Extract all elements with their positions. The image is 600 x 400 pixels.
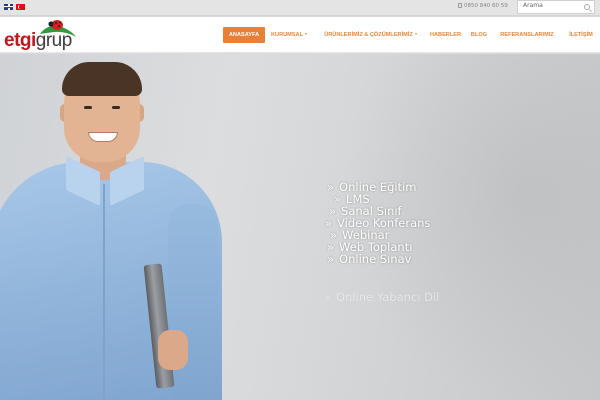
logo-etgi: etgi — [4, 30, 36, 51]
logo-text: etgigrup — [4, 30, 72, 52]
phone-icon — [458, 3, 462, 8]
bullet: » — [327, 180, 335, 194]
hero-slider[interactable]: » Online Eğitim » LMS » Sanal Sınıf » Video … — [0, 54, 600, 400]
phone-number: 0850 840 60 59 — [458, 3, 508, 9]
nav-iletisim[interactable]: İLETİŞİM — [564, 27, 598, 43]
site-header: etgigrup ANASAYFA KURUMSAL ÜRÜNLERİMİZ &… — [0, 17, 600, 53]
turkey-flag-icon[interactable] — [16, 4, 25, 10]
nav-referanslarimiz[interactable]: REFERANSLARIMIZ — [497, 27, 557, 43]
nav-haberler[interactable]: HABERLER — [428, 27, 463, 43]
eye — [112, 106, 120, 109]
search-input[interactable]: Arama — [523, 2, 543, 9]
nav-anasayfa[interactable]: ANASAYFA — [223, 27, 265, 43]
shirt-placket — [103, 184, 105, 400]
search-icon[interactable] — [584, 4, 590, 10]
feature-text: Online Yabancı Dil — [336, 290, 440, 304]
search-box[interactable]: Arama — [517, 0, 595, 14]
bullet: » — [324, 290, 332, 304]
top-bar: 0850 840 60 59 Arama — [0, 0, 600, 16]
phone-text: 0850 840 60 59 — [464, 3, 508, 9]
nav-kurumsal[interactable]: KURUMSAL — [269, 27, 309, 43]
nav-haberler-label: HABERLER — [429, 32, 462, 38]
nav-anasayfa-label: ANASAYFA — [228, 32, 260, 38]
hair — [62, 62, 142, 96]
nav-iletisim-label: İLETİŞİM — [569, 32, 593, 38]
nav-urunlerimiz[interactable]: ÜRÜNLERİMİZ & ÇÖZÜMLERİMİZ — [318, 27, 423, 43]
chevron-down-icon — [305, 33, 307, 35]
eye — [84, 106, 92, 109]
bullet: » — [327, 252, 335, 266]
arm — [168, 204, 218, 400]
nav-urunlerimiz-label: ÜRÜNLERİMİZ & ÇÖZÜMLERİMİZ — [324, 32, 413, 38]
hand — [158, 330, 188, 370]
nav-blog-label: BLOG — [470, 32, 488, 38]
nav-blog[interactable]: BLOG — [469, 27, 489, 43]
logo[interactable]: etgigrup — [2, 17, 86, 52]
uk-flag-icon[interactable] — [4, 4, 13, 10]
chevron-down-icon — [414, 33, 417, 35]
hero-feature-item: » Online Sınav — [327, 252, 411, 266]
nav-referanslarimiz-label: REFERANSLARIMIZ — [500, 32, 554, 38]
nav-kurumsal-label: KURUMSAL — [270, 32, 303, 38]
logo-grup: grup — [35, 30, 73, 51]
hero-feature-item: » Online Yabancı Dil — [324, 290, 439, 304]
feature-text: Online Sınav — [339, 252, 412, 266]
hero-man-with-laptop-image — [0, 54, 230, 400]
